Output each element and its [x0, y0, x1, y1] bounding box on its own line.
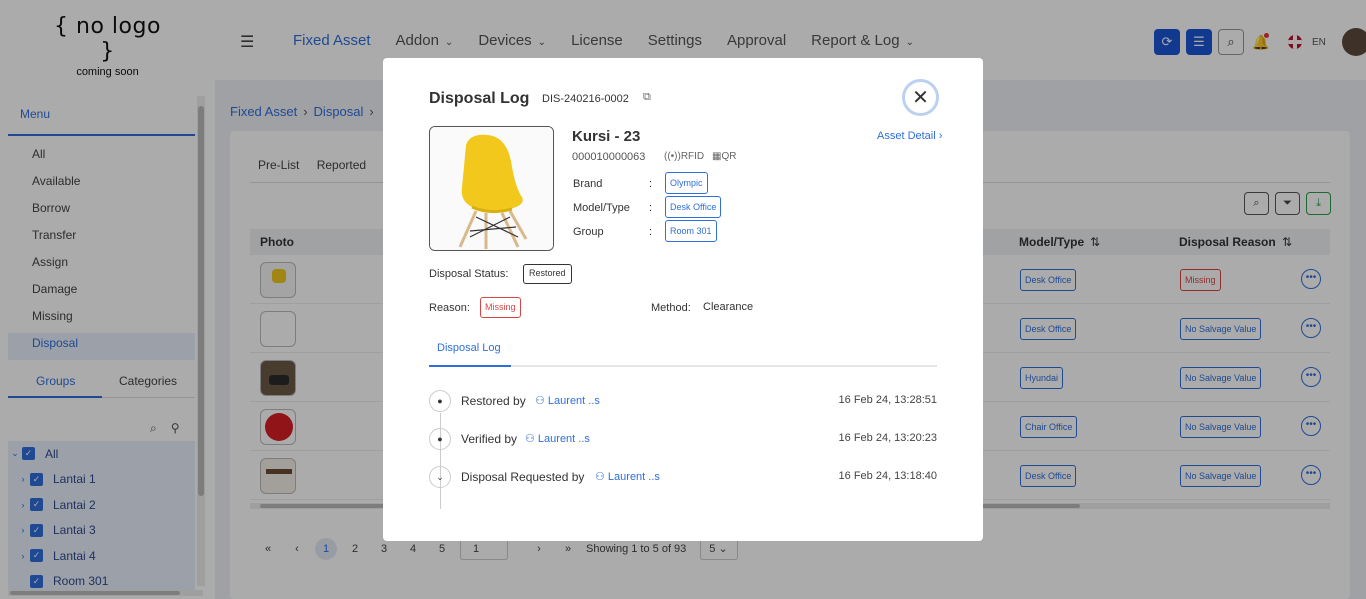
method-value: Clearance [703, 301, 754, 313]
log-date: 16 Feb 24, 13:28:51 [838, 394, 937, 406]
colon: : [649, 226, 653, 238]
active-tab-underline [429, 365, 511, 367]
disposal-code: DIS-240216-0002 [542, 93, 629, 105]
timeline-dot-icon: ● [429, 428, 451, 450]
user-icon: ⚇ [525, 433, 538, 445]
reason-label: Reason: [429, 302, 470, 314]
log-date: 16 Feb 24, 13:18:40 [838, 470, 937, 482]
field-label: Group [573, 226, 604, 238]
colon: : [649, 178, 653, 190]
rfid-label: RFID [680, 151, 705, 162]
status-label: Disposal Status: [429, 268, 509, 280]
brand-field: Brand: Olympic [573, 172, 708, 194]
user-icon: ⚇ [595, 471, 608, 483]
log-user[interactable]: ⚇ Laurent ..s [525, 432, 590, 445]
log-entry: ● Verified by ⚇ Laurent ..s 16 Feb 24, 1… [429, 428, 937, 452]
copy-icon[interactable]: ⧉ [643, 91, 651, 104]
log-action: Disposal Requested by [461, 470, 585, 484]
log-user-name: Laurent ..s [547, 395, 600, 407]
colon: : [649, 202, 653, 214]
method-label: Method: [651, 302, 691, 314]
log-entry: ⌄ Disposal Requested by ⚇ Laurent ..s 16… [429, 466, 937, 490]
field-label: Model/Type [573, 202, 630, 214]
model-type-chip: Desk Office [665, 196, 722, 218]
app-root: { no logo } coming soon ☰ Fixed Asset Ad… [0, 0, 1366, 599]
yellow-chair-illustration [430, 127, 553, 250]
qr-tag: ▦QR [712, 151, 736, 162]
group-chip: Room 301 [665, 220, 717, 242]
rfid-tag: ((•))RFID [664, 151, 704, 162]
log-user-name: Laurent ..s [607, 471, 660, 483]
timeline-dot-icon: ● [429, 390, 451, 412]
rfid-icon: ((•)) [664, 151, 681, 162]
asset-serial: 000010000063 [572, 151, 646, 163]
log-user[interactable]: ⚇ Laurent ..s [595, 470, 660, 483]
group-field: Group: Room 301 [573, 220, 717, 242]
reason-badge: Missing [480, 297, 521, 318]
asset-detail-link[interactable]: Asset Detail › [877, 130, 942, 142]
model-type-field: Model/Type: Desk Office [573, 196, 722, 218]
log-action: Restored by [461, 394, 526, 408]
log-user-name: Laurent ..s [537, 433, 590, 445]
log-user[interactable]: ⚇ Laurent ..s [535, 394, 600, 407]
qr-label: QR [721, 151, 737, 162]
close-icon: ✕ [912, 86, 929, 109]
chevron-down-icon[interactable]: ⌄ [429, 466, 451, 488]
status-badge: Restored [523, 264, 572, 284]
user-icon: ⚇ [535, 395, 548, 407]
log-entry: ● Restored by ⚇ Laurent ..s 16 Feb 24, 1… [429, 390, 937, 414]
tab-disposal-log[interactable]: Disposal Log [437, 342, 501, 354]
asset-name: Kursi - 23 [572, 128, 641, 145]
modal-title: Disposal Log [429, 90, 530, 107]
asset-image [429, 126, 554, 251]
log-action: Verified by [461, 432, 518, 446]
close-button[interactable]: ✕ [902, 79, 939, 116]
brand-chip: Olympic [665, 172, 708, 194]
log-date: 16 Feb 24, 13:20:23 [838, 432, 937, 444]
field-label: Brand [573, 178, 603, 190]
disposal-log-modal: Disposal Log DIS-240216-0002 ⧉ ✕ Kursi -… [383, 58, 983, 541]
tab-divider [429, 365, 937, 367]
